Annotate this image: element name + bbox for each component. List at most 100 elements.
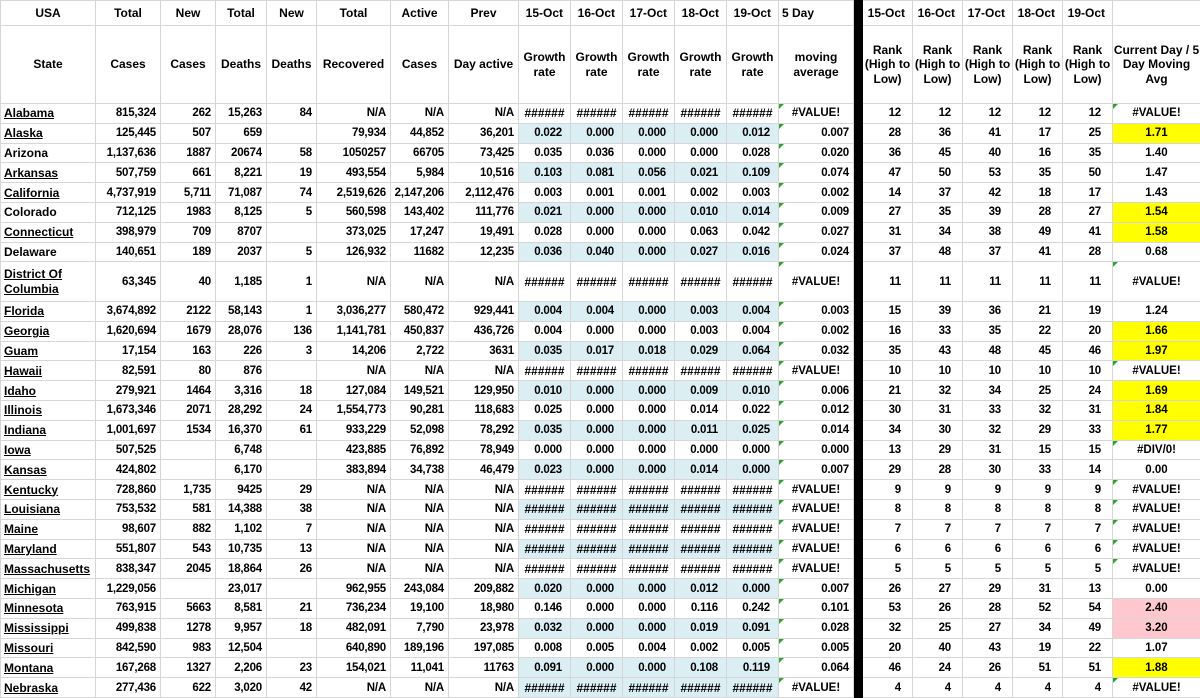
cell-rank-4[interactable]: 51 [1013,658,1063,678]
cell-active-cases[interactable]: 19,100 [391,598,449,618]
cell-total-deaths[interactable]: 23,017 [216,579,267,599]
cell-rank-1[interactable]: 5 [863,559,913,579]
cell-moving-average[interactable]: 0.012 [779,400,854,420]
cell-rank-5[interactable]: 7 [1063,519,1113,539]
cell-rank-1[interactable]: 6 [863,539,913,559]
cell-rank-4[interactable]: 49 [1013,222,1063,242]
cell-state[interactable]: Delaware [1,242,96,262]
cell-new-deaths[interactable]: 18 [267,618,317,638]
cell-total-recovered[interactable]: 736,234 [317,598,391,618]
cell-total-cases[interactable]: 3,674,892 [96,301,161,321]
cell-growth-4[interactable]: 0.012 [675,579,727,599]
cell-rank-2[interactable]: 37 [913,183,963,203]
cell-growth-3[interactable]: 0.000 [623,618,675,638]
cell-growth-4[interactable]: ###### [675,262,727,302]
cell-rank-3[interactable]: 5 [963,559,1013,579]
cell-growth-4[interactable]: 0.000 [675,440,727,460]
cell-growth-3[interactable]: 0.000 [623,579,675,599]
cell-moving-average[interactable]: #VALUE! [779,262,854,302]
cell-current-day-ratio[interactable]: #VALUE! [1113,559,1200,579]
cell-growth-3[interactable]: 0.000 [623,123,675,143]
cell-growth-4[interactable]: ###### [675,539,727,559]
cell-growth-2[interactable]: 0.000 [571,222,623,242]
cell-rank-2[interactable]: 5 [913,559,963,579]
cell-rank-1[interactable]: 16 [863,321,913,341]
cell-rank-2[interactable]: 40 [913,638,963,658]
cell-state[interactable]: Minnesota [1,598,96,618]
cell-rank-1[interactable]: 34 [863,420,913,440]
cell-growth-3[interactable]: ###### [623,678,675,698]
cell-total-recovered[interactable]: 962,955 [317,579,391,599]
cell-current-day-ratio[interactable]: 1.24 [1113,301,1200,321]
header-rank-date-19[interactable]: 19-Oct [1063,1,1113,26]
cell-new-cases[interactable]: 1464 [161,381,216,401]
cell-rank-3[interactable]: 33 [963,400,1013,420]
cell-rank-4[interactable]: 41 [1013,242,1063,262]
cell-total-recovered[interactable]: N/A [317,539,391,559]
cell-growth-5[interactable]: 0.004 [727,321,779,341]
cell-prev-day-active[interactable]: N/A [449,480,519,500]
cell-rank-5[interactable]: 27 [1063,202,1113,222]
header-new-deaths-top[interactable]: New [267,1,317,26]
cell-moving-average[interactable]: #VALUE! [779,361,854,381]
cell-current-day-ratio[interactable]: #DIV/0! [1113,440,1200,460]
header-5day-top[interactable]: 5 Day [779,1,854,26]
cell-new-deaths[interactable]: 3 [267,341,317,361]
cell-growth-1[interactable]: 0.035 [519,420,571,440]
cell-current-day-ratio[interactable]: 0.68 [1113,242,1200,262]
cell-growth-1[interactable]: 0.003 [519,183,571,203]
cell-growth-5[interactable]: 0.004 [727,301,779,321]
cell-active-cases[interactable]: 11682 [391,242,449,262]
cell-growth-2[interactable]: 0.081 [571,163,623,183]
cell-state[interactable]: Michigan [1,579,96,599]
header-moving-average[interactable]: moving average [779,26,854,104]
cell-moving-average[interactable]: 0.064 [779,658,854,678]
cell-growth-3[interactable]: 0.000 [623,420,675,440]
cell-total-recovered[interactable]: N/A [317,519,391,539]
header-rank-date-16[interactable]: 16-Oct [913,1,963,26]
cell-growth-3[interactable]: 0.004 [623,638,675,658]
cell-rank-1[interactable]: 27 [863,202,913,222]
cell-growth-3[interactable]: ###### [623,262,675,302]
cell-growth-5[interactable]: ###### [727,539,779,559]
cell-prev-day-active[interactable]: N/A [449,361,519,381]
cell-new-cases[interactable]: 543 [161,539,216,559]
cell-rank-4[interactable]: 31 [1013,579,1063,599]
cell-growth-5[interactable]: ###### [727,519,779,539]
cell-state[interactable]: Massachusetts [1,559,96,579]
cell-moving-average[interactable]: 0.020 [779,143,854,163]
cell-rank-5[interactable]: 20 [1063,321,1113,341]
header-growth-date-17[interactable]: 17-Oct [623,1,675,26]
cell-prev-day-active[interactable]: 3631 [449,341,519,361]
cell-rank-2[interactable]: 35 [913,202,963,222]
cell-growth-2[interactable]: 0.000 [571,420,623,440]
cell-rank-1[interactable]: 28 [863,123,913,143]
cell-rank-4[interactable]: 17 [1013,123,1063,143]
cell-rank-3[interactable]: 32 [963,420,1013,440]
cell-total-deaths[interactable]: 16,370 [216,420,267,440]
cell-growth-4[interactable]: 0.108 [675,658,727,678]
cell-current-day-ratio[interactable]: 0.00 [1113,460,1200,480]
cell-growth-5[interactable]: 0.010 [727,381,779,401]
cell-state[interactable]: Idaho [1,381,96,401]
cell-rank-5[interactable]: 6 [1063,539,1113,559]
cell-active-cases[interactable]: 90,281 [391,400,449,420]
cell-prev-day-active[interactable]: N/A [449,499,519,519]
cell-current-day-ratio[interactable]: #VALUE! [1113,361,1200,381]
cell-rank-5[interactable]: 50 [1063,163,1113,183]
cell-rank-3[interactable]: 8 [963,499,1013,519]
cell-current-day-ratio[interactable]: 1.07 [1113,638,1200,658]
cell-growth-2[interactable]: 0.000 [571,440,623,460]
header-ratio-top[interactable] [1113,1,1200,26]
cell-state[interactable]: Colorado [1,202,96,222]
cell-state[interactable]: District Of Columbia [1,262,96,302]
cell-active-cases[interactable]: 66705 [391,143,449,163]
cell-state[interactable]: Florida [1,301,96,321]
cell-moving-average[interactable]: 0.002 [779,321,854,341]
cell-growth-1[interactable]: 0.004 [519,301,571,321]
cell-moving-average[interactable]: 0.007 [779,579,854,599]
cell-rank-4[interactable]: 28 [1013,202,1063,222]
cell-rank-1[interactable]: 37 [863,242,913,262]
cell-growth-5[interactable]: ###### [727,104,779,124]
cell-total-cases[interactable]: 842,590 [96,638,161,658]
